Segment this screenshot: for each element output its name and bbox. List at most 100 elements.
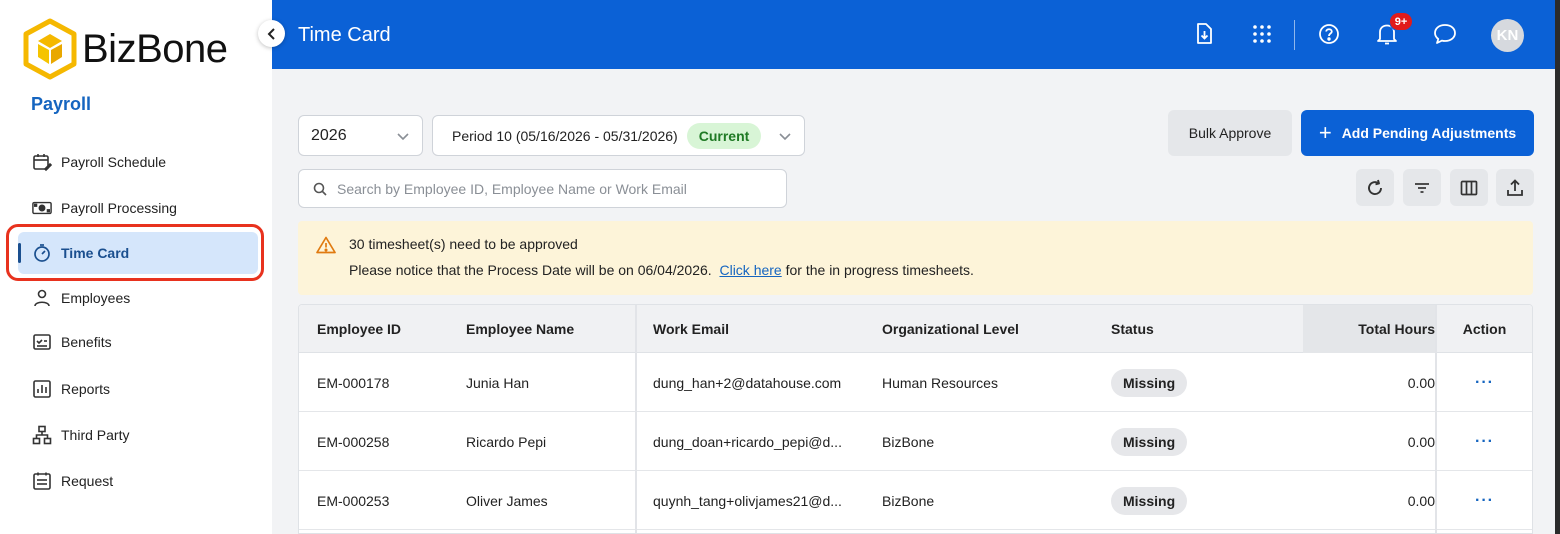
cell-action: ··· bbox=[1436, 412, 1532, 471]
money-icon bbox=[32, 198, 52, 218]
sidebar-item-label: Request bbox=[61, 473, 114, 489]
calendar-edit-icon bbox=[32, 152, 52, 172]
sidebar-item-label: Payroll Schedule bbox=[61, 154, 167, 170]
cell-org-level: BizBone bbox=[882, 492, 935, 509]
status-badge: Missing bbox=[1111, 427, 1188, 456]
column-divider bbox=[635, 305, 637, 533]
brand-name: BizBone bbox=[82, 26, 228, 71]
warning-icon bbox=[316, 236, 336, 254]
row-actions-menu-button[interactable]: ··· bbox=[1475, 492, 1494, 510]
period-select[interactable]: Period 10 (05/16/2026 - 05/31/2026) Curr… bbox=[432, 115, 805, 156]
user-avatar[interactable]: KN bbox=[1491, 19, 1524, 52]
sidebar-item-label: Time Card bbox=[61, 245, 130, 261]
help-button[interactable] bbox=[1315, 20, 1343, 48]
cell-status: Missing bbox=[1111, 353, 1188, 412]
search-input[interactable] bbox=[337, 180, 777, 197]
cell-action: ··· bbox=[1436, 353, 1532, 412]
sidebar: BizBone Payroll Payroll Schedule Payroll… bbox=[0, 0, 272, 534]
apps-button[interactable] bbox=[1248, 20, 1276, 48]
column-header-organizational-level[interactable]: Organizational Level bbox=[882, 305, 1019, 353]
add-pending-label: Add Pending Adjustments bbox=[1341, 125, 1517, 141]
sidebar-item-third-party[interactable]: Third Party bbox=[18, 414, 258, 456]
checklist-icon bbox=[32, 332, 52, 352]
sidebar-item-label: Third Party bbox=[61, 427, 130, 443]
page-title: Time Card bbox=[298, 24, 391, 46]
filter-button[interactable] bbox=[1403, 169, 1441, 206]
apps-grid-icon bbox=[1253, 25, 1271, 43]
timer-icon bbox=[32, 243, 52, 263]
column-header-action: Action bbox=[1462, 321, 1507, 337]
window-edge bbox=[1555, 0, 1560, 534]
sidebar-item-time-card[interactable]: Time Card bbox=[18, 232, 258, 274]
cell-work-email: quynh_tang+olivjames21@d... bbox=[653, 492, 842, 509]
cube-logo-icon bbox=[23, 18, 77, 80]
cell-org-level: Human Resources bbox=[882, 374, 998, 391]
cell-employee-id: EM-000258 bbox=[317, 433, 390, 450]
cell-employee-id: EM-000253 bbox=[317, 492, 390, 509]
cell-total-hours: 0.00 bbox=[1407, 492, 1435, 509]
plus-icon: + bbox=[1318, 120, 1332, 145]
chevron-down-icon bbox=[397, 133, 409, 141]
sidebar-item-reports[interactable]: Reports bbox=[18, 368, 258, 410]
sidebar-item-payroll-schedule[interactable]: Payroll Schedule bbox=[18, 141, 258, 183]
table-row[interactable]: EM-000258 Ricardo Pepi dung_doan+ricardo… bbox=[299, 412, 1532, 471]
alert-title: 30 timesheet(s) need to be approved bbox=[349, 236, 578, 252]
timesheet-table: Employee ID Employee Name Work Email Org… bbox=[298, 304, 1533, 534]
filter-icon bbox=[1415, 182, 1429, 193]
hierarchy-icon bbox=[32, 425, 52, 445]
bar-chart-icon bbox=[32, 379, 52, 399]
person-icon bbox=[32, 288, 52, 308]
columns-icon bbox=[1460, 180, 1478, 195]
notification-badge: 9+ bbox=[1389, 12, 1413, 31]
employee-search bbox=[298, 169, 787, 208]
sidebar-item-benefits[interactable]: Benefits bbox=[18, 321, 258, 363]
column-header-employee-name[interactable]: Employee Name bbox=[466, 305, 574, 353]
approval-alert: 30 timesheet(s) need to be approved Plea… bbox=[298, 221, 1533, 295]
cell-status: Missing bbox=[1111, 471, 1188, 530]
year-value: 2026 bbox=[311, 126, 347, 144]
column-header-status[interactable]: Status bbox=[1111, 305, 1154, 353]
brand-logo[interactable]: BizBone bbox=[22, 18, 228, 80]
sidebar-item-request[interactable]: Request bbox=[18, 460, 258, 502]
chevron-left-icon bbox=[267, 27, 275, 40]
table-row[interactable]: EM-000178 Junia Han dung_han+2@datahouse… bbox=[299, 353, 1532, 412]
file-download-icon bbox=[1197, 23, 1212, 44]
download-file-button[interactable] bbox=[1190, 20, 1218, 48]
search-icon bbox=[313, 182, 327, 196]
export-button[interactable] bbox=[1496, 169, 1534, 206]
row-actions-menu-button[interactable]: ··· bbox=[1475, 374, 1494, 392]
alert-body-prefix: Please notice that the Process Date will… bbox=[349, 262, 712, 278]
status-badge: Missing bbox=[1111, 368, 1188, 397]
cell-action: ··· bbox=[1436, 471, 1532, 530]
bulk-approve-button[interactable]: Bulk Approve bbox=[1168, 110, 1292, 156]
cell-employee-name: Junia Han bbox=[466, 374, 530, 391]
column-header-work-email[interactable]: Work Email bbox=[653, 305, 729, 353]
header-divider bbox=[1294, 20, 1295, 50]
period-value: Period 10 (05/16/2026 - 05/31/2026) bbox=[452, 127, 678, 144]
table-row[interactable]: EM-000253 Oliver James quynh_tang+olivja… bbox=[299, 471, 1532, 530]
in-progress-timesheets-link[interactable]: Click here bbox=[719, 262, 781, 278]
form-icon bbox=[32, 471, 52, 491]
column-header-employee-id[interactable]: Employee ID bbox=[317, 305, 401, 353]
add-pending-adjustments-button[interactable]: + Add Pending Adjustments bbox=[1301, 110, 1534, 156]
column-header-total-hours[interactable]: Total Hours bbox=[1303, 305, 1435, 353]
refresh-button[interactable] bbox=[1356, 169, 1394, 206]
cell-total-hours: 0.00 bbox=[1407, 433, 1435, 450]
cell-work-email: dung_doan+ricardo_pepi@d... bbox=[653, 433, 842, 450]
year-select[interactable]: 2026 bbox=[298, 115, 423, 156]
table-header: Employee ID Employee Name Work Email Org… bbox=[299, 305, 1532, 353]
cell-employee-name: Oliver James bbox=[466, 492, 548, 509]
column-divider bbox=[1435, 305, 1437, 533]
row-actions-menu-button[interactable]: ··· bbox=[1475, 433, 1494, 451]
sidebar-item-label: Payroll Processing bbox=[61, 200, 177, 216]
cell-employee-id: EM-000178 bbox=[317, 374, 390, 391]
sidebar-item-employees[interactable]: Employees bbox=[18, 277, 258, 319]
sidebar-collapse-button[interactable] bbox=[258, 20, 285, 47]
cell-total-hours: 0.00 bbox=[1407, 374, 1435, 391]
cell-status: Missing bbox=[1111, 412, 1188, 471]
columns-button[interactable] bbox=[1450, 169, 1488, 206]
cell-org-level: BizBone bbox=[882, 433, 935, 450]
chat-button[interactable] bbox=[1431, 20, 1459, 48]
sidebar-item-payroll-processing[interactable]: Payroll Processing bbox=[18, 187, 258, 229]
module-title: Payroll bbox=[31, 94, 92, 114]
